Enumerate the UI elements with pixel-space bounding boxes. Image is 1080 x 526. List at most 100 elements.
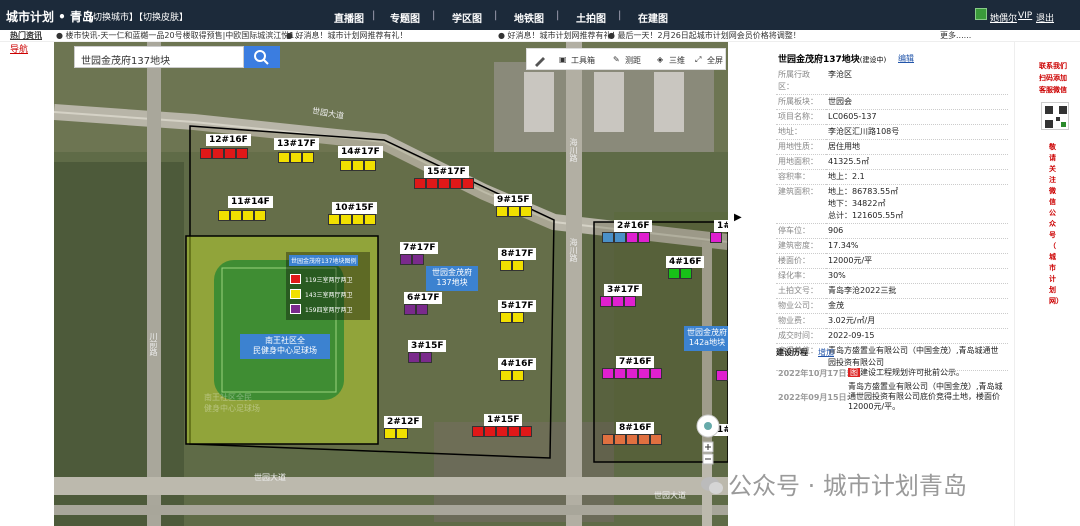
plot-142a-tag[interactable]: 世园金茂府 142a地块 (684, 326, 728, 351)
attribute-key: 用地面积： (776, 154, 826, 170)
nav-metro-map[interactable]: 地铁图 (514, 10, 544, 25)
toolbox-icon: ▣ (559, 55, 567, 64)
ticker-label[interactable]: 热门资讯 (10, 30, 42, 41)
building-label: 3#17F (604, 284, 643, 296)
nav-land-auction-map[interactable]: 土拍图 (576, 10, 606, 25)
attribute-value: 地上：86783.55㎡ 地下：34822㎡ 总计：121605.55㎡ (826, 184, 1008, 224)
attribute-row: 土拍文号： 青岛李沧2022三批 (776, 283, 1008, 299)
search-input[interactable]: 世园金茂府137地块 (74, 46, 244, 68)
legend-row: 143三室两厅两卫 (290, 289, 352, 299)
building-label: 7#16F (616, 356, 655, 368)
ticker-item[interactable]: ● 好消息！城市计划网推荐有礼！ (498, 30, 620, 41)
edit-link[interactable]: 编辑 (898, 53, 914, 64)
search-button[interactable] (244, 46, 280, 68)
fullscreen-icon: ⤢ (695, 55, 702, 64)
attribute-value: 3.02元/㎡/月 (826, 313, 1008, 329)
user-avatar-icon[interactable] (975, 8, 987, 20)
left-sidebar: 导航 (0, 42, 54, 526)
switch-city-link[interactable]: 【切换城市】 (84, 10, 138, 23)
attribute-value: 李沧区 (826, 68, 1008, 95)
history-date: 2022年10月17日: (778, 369, 850, 378)
nav-construction-map[interactable]: 在建图 (638, 10, 668, 25)
attribute-row: 用地性质： 居住用地 (776, 139, 1008, 155)
attribute-row: 楼面价： 12000元/平 (776, 253, 1008, 269)
stadium-faint-label: 南王社区全民 健身中心足球场 (204, 393, 260, 413)
building-label: 6#17F (404, 292, 443, 304)
nav-toggle-link[interactable]: 导航 (10, 42, 28, 55)
attribute-row: 成交时间： 2022-09-15 (776, 328, 1008, 344)
legend-swatch (290, 289, 301, 299)
zoom-control[interactable] (696, 414, 720, 474)
pen-icon[interactable] (533, 53, 547, 67)
attribute-key: 建筑面积： (776, 184, 826, 224)
username-link[interactable]: 她偶尔 (990, 11, 1017, 24)
qr-code-icon (1041, 102, 1069, 130)
attribute-value: 李沧区汇川路108号 (826, 124, 1008, 140)
collapse-arrow-icon[interactable]: ▶ (734, 212, 742, 223)
attribute-row: 所属行政区： 李沧区 (776, 68, 1008, 95)
road-label: 海川路 (569, 238, 578, 262)
attribute-key: 成交时间： (776, 328, 826, 344)
attribute-key: 物业公司： (776, 298, 826, 314)
road-label: 海川路 (569, 138, 578, 162)
wechat-icon (701, 477, 723, 494)
attribute-value: 41325.5㎡ (826, 154, 1008, 170)
measure-icon: ✎ (613, 55, 620, 64)
plot-title-text: 世园金茂府137地块 (778, 55, 860, 65)
plot-title: 世园金茂府137地块(建设中) (778, 52, 886, 65)
attribute-value: 906 (826, 223, 1008, 239)
ticker-more[interactable]: 更多...... (940, 30, 971, 41)
building-label: 2#12F (384, 416, 423, 428)
attribute-key: 楼面价： (776, 253, 826, 269)
fullscreen-button[interactable]: 全屏 (707, 55, 723, 66)
ticker-item[interactable]: ● 楼市快讯-天一仁和蓝樾一品20号楼取得预售|中欧国际城滨江悦1... (56, 30, 302, 41)
history-text: 图建设工程规划许可批前公示。 (848, 368, 964, 377)
attribute-key: 所属行政区： (776, 68, 826, 95)
toolbox-button[interactable]: 工具箱 (571, 55, 595, 66)
map-toolbar: ▣ 工具箱 ✎ 测距 ◈ 三维 ⤢ 全屏 (526, 48, 726, 70)
legend-label: 143三室两厅两卫 (305, 291, 353, 299)
building-label: 13#17F (274, 138, 319, 150)
history-text: 青岛方盛置业有限公司（中国金茂）,青岛城通世园投资有限公司底价竞得土地，楼面价1… (848, 382, 1003, 411)
plot-status: (建设中) (859, 56, 887, 64)
plot-137-tag[interactable]: 世园金茂府 137地块 (426, 266, 478, 291)
measure-button[interactable]: 测距 (625, 55, 641, 66)
3d-button[interactable]: 三维 (669, 55, 685, 66)
switch-skin-link[interactable]: 【切换皮肤】 (134, 10, 188, 23)
nav-topic-map[interactable]: 专题图 (390, 10, 420, 25)
logout-link[interactable]: 退出 (1036, 11, 1054, 24)
attribute-key: 土拍文号： (776, 283, 826, 299)
ticker-item[interactable]: ● 最后一天！2月26日起城市计划网会员价格将调整！ (608, 30, 801, 41)
attribute-value: 2022-09-15 (826, 328, 1008, 344)
building-label: 1#15F (484, 414, 523, 426)
building-label: 11#14F (228, 196, 273, 208)
nav-school-map[interactable]: 学区图 (452, 10, 482, 25)
vip-link[interactable]: VIP (1018, 11, 1032, 21)
attribute-row: 竞得单位： 青岛方盛置业有限公司（中国金茂）,青岛城通世园投资有限公司 (776, 343, 1008, 371)
right-sidebar: 联系我们 扫码添加 客服微信 敬请关注微信公众号（城市计划网） (1014, 42, 1080, 526)
legend-label: 119三室两厅两卫 (305, 276, 353, 284)
building-label: 3#15F (408, 340, 447, 352)
building-label: 15#17F (424, 166, 469, 178)
map-view[interactable]: 世园金茂府137地块 ▣ 工具箱 ✎ 测距 ◈ 三维 ⤢ 全屏 世园大道 世园大… (54, 42, 728, 526)
top-bar: 城市计划 • 青岛 【切换城市】 【切换皮肤】 直播图 | 专题图 | 学区图 … (0, 0, 1080, 30)
attribute-key: 建筑密度： (776, 238, 826, 254)
attribute-value: 青岛李沧2022三批 (826, 283, 1008, 299)
attribute-key: 项目名称： (776, 109, 826, 125)
building-label: 10#15F (332, 202, 377, 214)
contact-us-text[interactable]: 联系我们 扫码添加 客服微信 (1039, 60, 1067, 96)
image-badge[interactable]: 图 (848, 368, 860, 377)
building-label: 12#16F (206, 134, 251, 146)
plot-info-panel: ▶ 世园金茂府137地块(建设中) 编辑 所属行政区： 李沧区 所属板块： 世园会 项目… (728, 42, 1014, 526)
nav-live-map[interactable]: 直播图 (334, 10, 364, 25)
history-add-link[interactable]: 增加 (818, 347, 834, 358)
attribute-row: 停车位： 906 (776, 223, 1008, 239)
attribute-key: 所属板块： (776, 94, 826, 110)
app-brand[interactable]: 城市计划 • 青岛 (6, 8, 94, 25)
history-date: 2022年09月15日: (778, 393, 850, 402)
building-label: 2#16F (614, 220, 653, 232)
ticker-item[interactable]: ● 好消息！城市计划网推荐有礼！ (286, 30, 408, 41)
stadium-tag[interactable]: 南王社区全 民健身中心足球场 (240, 334, 330, 359)
attribute-row: 项目名称： LC0605-137 (776, 109, 1008, 125)
attribute-key: 用地性质： (776, 139, 826, 155)
